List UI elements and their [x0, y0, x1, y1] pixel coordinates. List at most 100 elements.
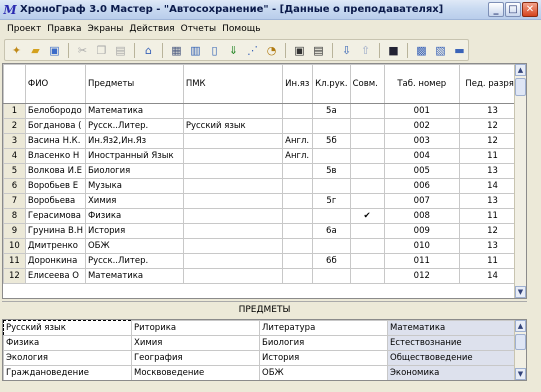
cell-subj[interactable]: Музыка [84, 178, 184, 194]
cell-tab[interactable]: 004 [383, 148, 461, 164]
cell-subj[interactable]: Русск..Литер. [84, 253, 184, 269]
cell-tab[interactable]: 008 [383, 208, 461, 224]
cell-fio[interactable]: Васина Н.К. [24, 133, 86, 149]
cell-fio[interactable]: Елисеева О [24, 268, 86, 284]
table-row[interactable]: 3 Васина Н.К. Ин.Яз2,Ин.Яз Англ. 5б 003 12 [3, 133, 526, 149]
flag3-icon[interactable]: ▬ [451, 42, 468, 59]
subjects-scrollbar[interactable]: ▲ ▼ [514, 320, 526, 380]
table-row[interactable]: 6 Воробьев Е Музыка 006 14 [3, 178, 526, 194]
cell-subj[interactable]: Ин.Яз2,Ин.Яз [84, 133, 184, 149]
cell-lang[interactable] [282, 238, 314, 254]
cell-comb[interactable] [349, 238, 385, 254]
table-row[interactable]: 2 Богданова (Русск..Литер. Русский язык 002… [3, 118, 526, 134]
up-icon[interactable]: ⇧ [357, 42, 374, 59]
copy-icon[interactable]: ❐ [93, 42, 110, 59]
cell-pmk[interactable] [182, 178, 284, 194]
cell-tab[interactable]: 003 [383, 133, 461, 149]
scroll-up-button[interactable]: ▲ [515, 64, 526, 76]
menu-reports[interactable]: Отчеты [178, 24, 220, 34]
flag1-icon[interactable]: ▩ [413, 42, 430, 59]
subject-item[interactable]: Естествознание [387, 335, 516, 351]
cell-lang[interactable] [282, 178, 314, 194]
subject-item[interactable]: Математика [387, 320, 516, 336]
cell-fio[interactable]: Богданова ( [24, 118, 86, 134]
cell-cls[interactable]: 5а [312, 103, 351, 119]
close-button[interactable]: ✕ [522, 2, 538, 17]
cell-lang[interactable] [282, 223, 314, 239]
cell-cls[interactable] [312, 118, 351, 134]
subject-item[interactable]: Москвоведение [131, 365, 260, 380]
paste-icon[interactable]: ▤ [112, 42, 129, 59]
cut-icon[interactable]: ✂ [74, 42, 91, 59]
cell-cls[interactable]: 5г [312, 193, 351, 209]
col-comb[interactable]: Совм. [349, 64, 385, 104]
cell-pmk[interactable] [182, 238, 284, 254]
cell-comb[interactable] [349, 163, 385, 179]
cell-comb[interactable] [349, 223, 385, 239]
cell-comb[interactable] [349, 253, 385, 269]
cell-comb[interactable] [349, 118, 385, 134]
cell-cls[interactable]: 5в [312, 163, 351, 179]
cell-lang[interactable] [282, 208, 314, 224]
new-icon[interactable]: ✦ [8, 42, 25, 59]
cell-cls[interactable]: 5б [312, 133, 351, 149]
subject-item[interactable]: Граждановедение [3, 365, 132, 380]
cell-cls[interactable] [312, 148, 351, 164]
cell-fio[interactable]: Воробьев Е [24, 178, 86, 194]
subject-item[interactable]: ОБЖ [259, 365, 388, 380]
col-fio[interactable]: ФИО [24, 64, 86, 104]
minimize-button[interactable]: _ [488, 2, 504, 17]
cell-comb[interactable]: ✔ [349, 208, 385, 224]
cell-cls[interactable] [312, 208, 351, 224]
cell-lang[interactable] [282, 103, 314, 119]
cell-subj[interactable]: Иностранный Язык [84, 148, 184, 164]
cell-tab[interactable]: 010 [383, 238, 461, 254]
cell-tab[interactable]: 002 [383, 118, 461, 134]
cell-lang[interactable] [282, 268, 314, 284]
cell-subj[interactable]: История [84, 223, 184, 239]
subject-item[interactable]: Химия [131, 335, 260, 351]
table-icon[interactable]: ▦ [168, 42, 185, 59]
cell-fio[interactable]: Воробьева [24, 193, 86, 209]
cell-subj[interactable]: Русск..Литер. [84, 118, 184, 134]
col-pmk[interactable]: ПМК [182, 64, 284, 104]
subject-item[interactable]: Риторика [131, 320, 260, 336]
cell-comb[interactable] [349, 193, 385, 209]
cell-lang[interactable] [282, 253, 314, 269]
table-row[interactable]: 7 Воробьева Химия 5г 007 13 [3, 193, 526, 209]
cell-comb[interactable] [349, 133, 385, 149]
cell-subj[interactable]: ОБЖ [84, 238, 184, 254]
home-icon[interactable]: ⌂ [140, 42, 157, 59]
cell-lang[interactable] [282, 118, 314, 134]
cell-tab[interactable]: 007 [383, 193, 461, 209]
table-row[interactable]: 8 Герасимова Физика ✔ 008 11 [3, 208, 526, 224]
subject-item[interactable]: Русский язык [3, 320, 132, 336]
page-icon[interactable]: ▯ [206, 42, 223, 59]
cell-tab[interactable]: 009 [383, 223, 461, 239]
menu-actions[interactable]: Действия [126, 24, 177, 34]
subject-item[interactable]: География [131, 350, 260, 366]
cell-comb[interactable] [349, 103, 385, 119]
folder-icon[interactable]: ▥ [187, 42, 204, 59]
cell-pmk[interactable] [182, 223, 284, 239]
subject-item[interactable]: История [259, 350, 388, 366]
subjects-scroll-down[interactable]: ▼ [515, 368, 526, 380]
col-subjects[interactable]: Предметы [84, 64, 184, 104]
menu-edit[interactable]: Правка [44, 24, 84, 34]
cell-subj[interactable]: Математика [84, 103, 184, 119]
cell-tab[interactable]: 012 [383, 268, 461, 284]
cell-lang[interactable]: Англ. [282, 148, 314, 164]
cell-pmk[interactable] [182, 193, 284, 209]
subject-item[interactable]: Экология [3, 350, 132, 366]
subject-item[interactable]: Литература [259, 320, 388, 336]
cell-tab[interactable]: 005 [383, 163, 461, 179]
cell-tab[interactable]: 001 [383, 103, 461, 119]
cell-fio[interactable]: Власенко Н [24, 148, 86, 164]
arrow-icon[interactable]: ⇓ [225, 42, 242, 59]
table-row[interactable]: 10 Дмитренко ОБЖ 010 13 [3, 238, 526, 254]
save-icon[interactable]: ▣ [46, 42, 63, 59]
cell-pmk[interactable] [182, 103, 284, 119]
subject-item[interactable]: Экономика [387, 365, 516, 380]
cell-tab[interactable]: 011 [383, 253, 461, 269]
grid-scrollbar[interactable]: ▲ ▼ [514, 64, 526, 298]
